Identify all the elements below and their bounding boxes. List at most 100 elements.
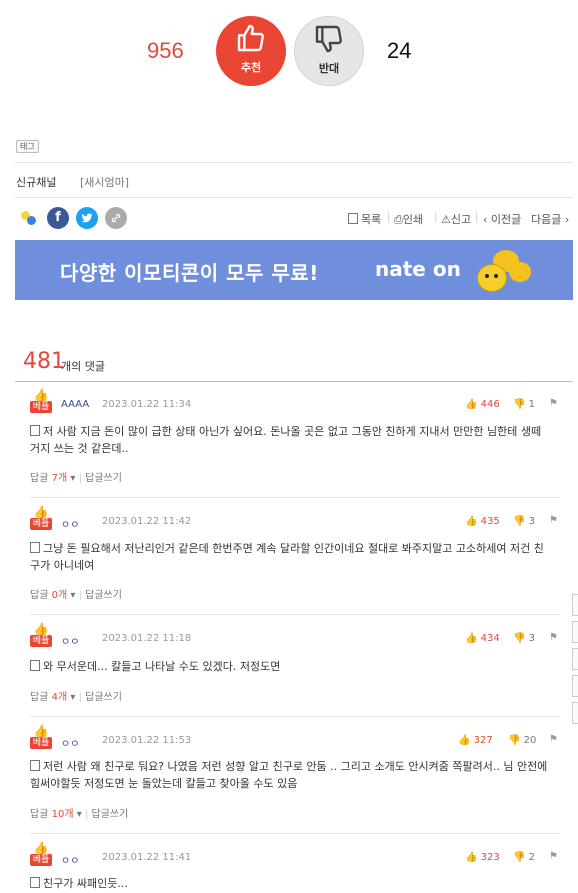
banner-text: 다양한 이모티콘이 모두 무료! — [60, 261, 319, 285]
link-copy-icon[interactable] — [105, 207, 127, 229]
thumbs-up-icon: 👍 — [465, 516, 478, 527]
comment-date: 2023.01.22 11:34 — [102, 399, 192, 410]
report-icon[interactable]: ⚑ — [549, 398, 558, 409]
comment-upvote[interactable]: 👍 434 — [465, 633, 500, 644]
reply-toggle[interactable]: 답글 0개 ▾ | 답글쓰기 — [30, 586, 122, 601]
list-icon — [348, 213, 358, 224]
comment-author[interactable]: AAAA — [61, 399, 89, 410]
thumbs-up-icon: 👍 — [33, 388, 49, 402]
tag-badge: 태그 — [16, 140, 39, 153]
downvote-count: 24 — [387, 38, 412, 63]
comment-author[interactable]: ㅇㅇ — [61, 633, 79, 648]
related-channel-label: 신규채널 — [16, 176, 57, 189]
list-link[interactable]: 목록 — [348, 211, 381, 227]
thumbs-up-icon: 👍 — [458, 735, 471, 746]
document-icon — [30, 425, 40, 436]
separator: | — [434, 212, 438, 223]
print-link[interactable]: ⎙인쇄 — [394, 211, 423, 227]
report-icon[interactable]: ⚑ — [549, 734, 558, 745]
thumbs-up-icon — [237, 24, 264, 52]
upvote-button[interactable]: 추천 — [216, 16, 286, 86]
reply-toggle[interactable]: 답글 7개 ▾ | 답글쓰기 — [30, 469, 122, 484]
comment-count-label: 개의 댓글 — [61, 360, 105, 373]
nateon-banner[interactable]: 다양한 이모티콘이 모두 무료! nate on — [15, 240, 573, 300]
side-tab[interactable] — [572, 648, 578, 670]
comment-author[interactable]: ㅇㅇ — [61, 852, 79, 867]
downvote-label: 반대 — [318, 62, 340, 75]
next-post-link[interactable]: 다음글 › — [531, 211, 569, 227]
chevron-down-icon: ▾ — [76, 809, 82, 820]
printer-icon: ⎙ — [394, 213, 403, 226]
comment-downvote[interactable]: 👎 2 — [513, 852, 535, 863]
divider — [30, 833, 560, 834]
report-icon: ⚠ — [441, 213, 451, 226]
comment-text: 친구가 싸패인듯... — [30, 875, 550, 892]
thumbs-up-icon: 👍 — [465, 852, 478, 863]
separator: | — [387, 212, 391, 223]
comment-text: 와 무서운데... 칼들고 나타날 수도 있겠다. 저정도면 — [30, 658, 550, 675]
separator: | — [475, 212, 479, 223]
thumbs-down-icon: 👎 — [513, 852, 526, 863]
prev-post-link[interactable]: ‹ 이전글 — [483, 211, 521, 227]
side-tab[interactable] — [572, 621, 578, 643]
related-channel-link[interactable]: [새시엄마] — [80, 174, 129, 190]
report-icon[interactable]: ⚑ — [549, 515, 558, 526]
comment-item: 👍 베플 ㅇㅇ 2023.01.22 11:18 👍 434 👎 3 ⚑ 와 무서… — [30, 623, 560, 718]
comment-upvote[interactable]: 👍 327 — [458, 735, 493, 746]
twitter-share-icon[interactable] — [76, 207, 98, 229]
comment-downvote[interactable]: 👎 3 — [513, 516, 535, 527]
document-icon — [30, 760, 40, 771]
comment-text: 그냥 돈 필요해서 저난리인거 같은데 한번주면 계속 달라할 인간이네요 절대… — [30, 542, 544, 572]
thumbs-down-icon: 👎 — [513, 516, 526, 527]
reply-toggle[interactable]: 답글 10개 ▾ | 답글쓰기 — [30, 805, 128, 820]
side-tab[interactable] — [572, 594, 578, 616]
divider — [15, 162, 573, 163]
comment-count: 481 — [23, 349, 65, 374]
comment-text: 저런 사람 왜 친구로 둬요? 나였음 저런 성향 알고 친구로 안둠 .. 그… — [30, 760, 548, 790]
emoticon-character-icon — [473, 246, 533, 298]
thumbs-down-icon: 👎 — [513, 399, 526, 410]
divider — [30, 716, 560, 717]
comment-upvote[interactable]: 👍 323 — [465, 852, 500, 863]
chevron-down-icon: ▾ — [70, 473, 76, 484]
comment-item: 👍 베플 AAAA 2023.01.22 11:34 👍 446 👎 1 ⚑ 저 … — [30, 389, 560, 499]
best-comment-badge: 👍 베플 — [30, 506, 52, 530]
reply-toggle[interactable]: 답글 4개 ▾ | 답글쓰기 — [30, 688, 122, 703]
write-reply-link[interactable]: 답글쓰기 — [85, 473, 122, 484]
divider — [15, 381, 573, 382]
document-icon — [30, 660, 40, 671]
banner-brand: nate on — [375, 257, 461, 281]
upvote-count: 956 — [147, 38, 184, 63]
upvote-label: 추천 — [240, 61, 262, 74]
write-reply-link[interactable]: 답글쓰기 — [85, 692, 122, 703]
thumbs-up-icon: 👍 — [465, 399, 478, 410]
report-link[interactable]: ⚠신고 — [441, 211, 471, 227]
chevron-down-icon: ▾ — [70, 692, 76, 703]
comment-downvote[interactable]: 👎 1 — [513, 399, 535, 410]
comment-author[interactable]: ㅇㅇ — [61, 516, 79, 531]
report-icon[interactable]: ⚑ — [549, 851, 558, 862]
comment-date: 2023.01.22 11:18 — [102, 633, 192, 644]
write-reply-link[interactable]: 답글쓰기 — [85, 590, 122, 601]
kakao-share-icon[interactable] — [18, 207, 40, 229]
report-icon[interactable]: ⚑ — [549, 632, 558, 643]
facebook-share-icon[interactable]: f — [47, 207, 69, 229]
side-tab[interactable] — [572, 702, 578, 724]
document-icon — [30, 877, 40, 888]
comment-downvote[interactable]: 👎 20 — [508, 735, 536, 746]
document-icon — [30, 542, 40, 553]
comment-upvote[interactable]: 👍 435 — [465, 516, 500, 527]
downvote-button[interactable]: 반대 — [294, 16, 364, 86]
divider — [30, 497, 560, 498]
comment-item: 👍 베플 ㅇㅇ 2023.01.22 11:42 👍 435 👎 3 ⚑ 그냥 돈… — [30, 506, 560, 616]
best-comment-badge: 👍 베플 — [30, 623, 52, 647]
thumbs-up-icon: 👍 — [33, 724, 49, 738]
comment-upvote[interactable]: 👍 446 — [465, 399, 500, 410]
comment-author[interactable]: ㅇㅇ — [61, 735, 79, 750]
comment-date: 2023.01.22 11:41 — [102, 852, 192, 863]
comment-item: 👍 베플 ㅇㅇ 2023.01.22 11:53 👍 327 👎 20 ⚑ 저런 … — [30, 725, 560, 835]
side-tab[interactable] — [572, 675, 578, 697]
comment-downvote[interactable]: 👎 3 — [513, 633, 535, 644]
divider — [15, 197, 573, 198]
write-reply-link[interactable]: 답글쓰기 — [92, 809, 129, 820]
